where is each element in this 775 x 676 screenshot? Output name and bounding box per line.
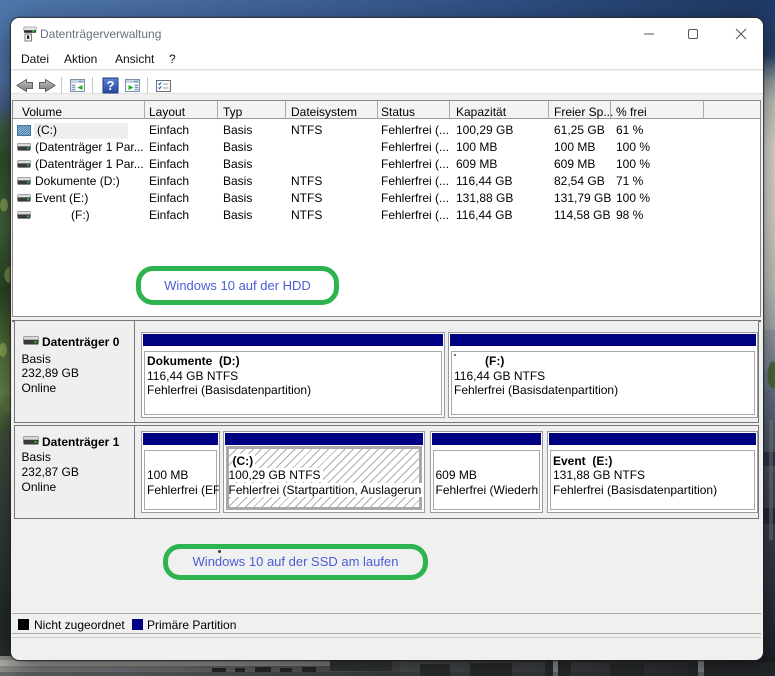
svg-text:?: ? — [107, 78, 115, 93]
